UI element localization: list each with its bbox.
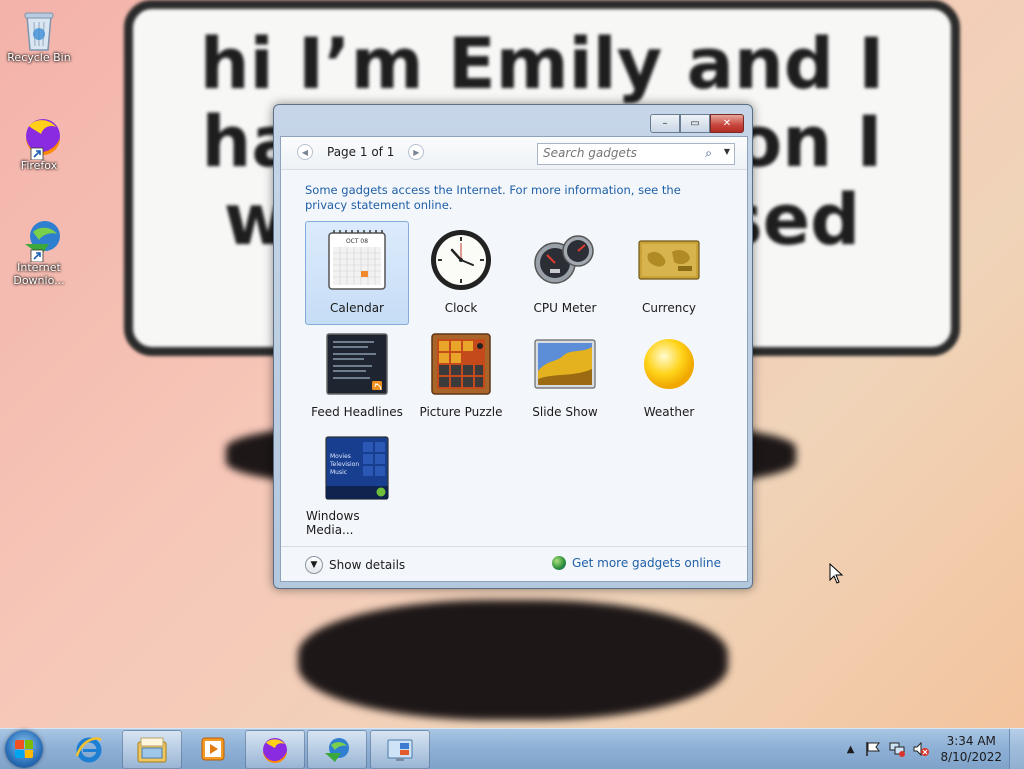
gadget-label: Picture Puzzle — [419, 405, 503, 419]
gadget-label: Windows Media... — [306, 509, 360, 537]
clock-date: 8/10/2022 — [940, 750, 1002, 764]
picture-puzzle-icon — [429, 332, 493, 396]
cpu-meter-icon — [533, 228, 597, 292]
desktop-icon-label: Internet Downlo... — [13, 261, 65, 287]
gadget-label: Currency — [641, 301, 697, 315]
search-icon[interactable]: ⌕ — [705, 146, 712, 161]
recycle-bin-icon — [19, 8, 59, 51]
gallery-toolbar: ◀ Page 1 of 1 ▶ ⌕ ▼ — [281, 137, 747, 170]
search-input[interactable] — [538, 144, 698, 162]
globe-icon — [551, 556, 566, 570]
internet-download-manager-icon — [19, 218, 60, 263]
gadget-label: Feed Headlines — [311, 405, 403, 419]
taskbar: ▲ 3:34 AM 8/10/2022 — [0, 728, 1024, 769]
show-details-label: Show details — [329, 558, 406, 572]
windows-media-center-icon: Movies Television Music — [325, 436, 389, 500]
taskbar-internet-download-manager[interactable] — [307, 730, 367, 769]
pager: ◀ Page 1 of 1 ▶ — [297, 144, 425, 160]
mouse-cursor-icon — [829, 563, 844, 584]
gadget-feed-headlines[interactable]: Feed Headlines — [305, 325, 409, 429]
gadget-picture-puzzle[interactable]: Picture Puzzle — [409, 325, 513, 429]
gadget-label: Slide Show — [532, 405, 598, 419]
next-page-button[interactable]: ▶ — [408, 144, 425, 160]
show-desktop-button[interactable] — [1009, 729, 1024, 769]
gadget-weather[interactable]: Weather — [617, 325, 721, 429]
gadget-label: Weather — [643, 405, 695, 419]
media-center-line-music: Music — [330, 469, 347, 476]
network-icon[interactable] — [888, 741, 906, 757]
gadget-cpu-meter[interactable]: CPU Meter — [513, 221, 617, 325]
taskbar-firefox[interactable] — [245, 730, 305, 769]
start-button[interactable] — [5, 730, 43, 768]
maximize-button[interactable]: ▭ — [680, 114, 710, 133]
page-indicator: Page 1 of 1 — [327, 145, 395, 159]
slide-show-icon — [533, 332, 597, 396]
clock-time: 3:34 AM — [946, 734, 996, 748]
gadget-windows-media-center[interactable]: Movies Television Music Windows Media... — [305, 429, 409, 537]
desktop-icon-internet-download-manager[interactable]: Internet Downlo... — [3, 218, 75, 287]
close-button[interactable]: ✕ — [710, 114, 744, 133]
wallpaper-mouth-shape — [298, 600, 728, 720]
gadget-grid: OCT 08 Calendar Clock CPU Meter Currency… — [305, 221, 721, 537]
gadget-slide-show[interactable]: Slide Show — [513, 325, 617, 429]
volume-muted-icon[interactable] — [912, 741, 930, 757]
search-box: ⌕ ▼ — [537, 143, 735, 165]
gadget-gallery-content: ◀ Page 1 of 1 ▶ ⌕ ▼ Some gadgets access … — [280, 136, 748, 582]
desktop-icon-label: Firefox — [20, 159, 58, 172]
desktop-icon-recycle-bin[interactable]: Recycle Bin — [3, 8, 75, 64]
system-tray: ▲ 3:34 AM 8/10/2022 — [847, 729, 1024, 769]
taskbar-internet-explorer[interactable] — [60, 730, 118, 767]
action-center-flag-icon[interactable] — [864, 741, 882, 757]
privacy-info-text[interactable]: Some gadgets access the Internet. For mo… — [305, 183, 725, 213]
windows-explorer-icon — [137, 737, 167, 762]
gadget-calendar[interactable]: OCT 08 Calendar — [305, 221, 409, 325]
gadget-label: Calendar — [330, 301, 384, 315]
internet-download-manager-icon — [325, 737, 349, 762]
windows-logo-icon — [15, 740, 33, 758]
taskbar-media-player[interactable] — [184, 730, 242, 767]
desktop-icon-firefox[interactable]: Firefox — [3, 116, 75, 172]
gadget-currency[interactable]: Currency — [617, 221, 721, 325]
currency-icon — [637, 228, 701, 292]
previous-page-button[interactable]: ◀ — [297, 144, 313, 160]
gadget-clock[interactable]: Clock — [409, 221, 513, 325]
taskbar-clock[interactable]: 3:34 AM 8/10/2022 — [940, 733, 1002, 765]
gallery-footer: ▼ Show details Get more gadgets online — [281, 546, 747, 581]
get-more-gadgets-link[interactable]: Get more gadgets online — [551, 556, 721, 570]
window-controls: – ▭ ✕ — [650, 114, 744, 133]
gadget-label: CPU Meter — [533, 301, 597, 315]
taskbar-windows-explorer[interactable] — [122, 730, 182, 769]
chevron-down-icon: ▼ — [305, 556, 323, 574]
calendar-icon: OCT 08 — [325, 228, 389, 292]
gadgets-icon — [387, 739, 413, 761]
internet-explorer-icon — [75, 736, 102, 762]
minimize-button[interactable]: – — [650, 114, 680, 133]
gadget-label: Clock — [444, 301, 478, 315]
media-player-icon — [201, 737, 225, 760]
show-hidden-icons-icon[interactable]: ▲ — [847, 744, 855, 755]
media-center-line-television: Television — [329, 461, 359, 468]
search-dropdown-icon[interactable]: ▼ — [724, 147, 730, 156]
get-more-gadgets-label: Get more gadgets online — [571, 556, 721, 570]
show-details-toggle[interactable]: ▼ Show details — [305, 556, 405, 574]
taskbar-gadgets[interactable] — [370, 730, 430, 769]
media-center-line-movies: Movies — [330, 453, 351, 460]
firefox-icon — [263, 737, 287, 763]
feed-headlines-icon — [325, 332, 389, 396]
clock-icon — [429, 228, 493, 292]
desktop-icon-label: Recycle Bin — [7, 51, 71, 64]
gadget-gallery-window: – ▭ ✕ ◀ Page 1 of 1 ▶ ⌕ ▼ Some gadgets a… — [273, 104, 753, 589]
calendar-month-text: OCT 08 — [346, 238, 368, 245]
weather-icon — [637, 332, 701, 396]
firefox-icon — [19, 116, 60, 161]
